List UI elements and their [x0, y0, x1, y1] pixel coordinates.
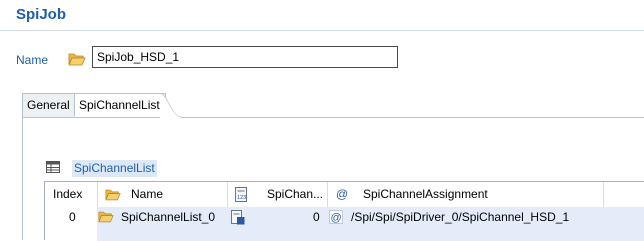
reference-icon: @ [329, 210, 343, 224]
numeric-field-icon [231, 210, 245, 225]
table-row[interactable]: 0 SpiChannelList_0 0 @ /Spi/Spi/SpiDrive… [45, 207, 644, 227]
editor-title: SpiJob [16, 6, 67, 23]
name-label: Name [16, 53, 49, 67]
numeric-field-icon: 123 [235, 187, 247, 202]
row-selection-highlight [97, 227, 644, 241]
cell-index: 0 [69, 210, 76, 224]
svg-text:@: @ [336, 187, 348, 201]
svg-text:@: @ [331, 212, 342, 224]
spichannellist-table: Index Name 123 SpiChan... @ SpiChannelAs… [44, 181, 644, 241]
table-row-empty [45, 227, 644, 241]
tab-general-label: General [27, 98, 70, 112]
tab-strip-border [22, 117, 644, 118]
cell-spichannelassignment: /Spi/Spi/SpiDriver_0/SpiChannel_HSD_1 [351, 210, 570, 224]
cell-spichan: 0 [313, 210, 320, 224]
column-header-spichan[interactable]: SpiChan... [267, 182, 323, 207]
reference-icon: @ [336, 187, 348, 201]
table-header-row: Index Name 123 SpiChan... @ SpiChannelAs… [45, 182, 644, 208]
column-header-spichannelassignment[interactable]: SpiChannelAssignment [363, 182, 488, 207]
column-header-name[interactable]: Name [131, 182, 163, 207]
name-input[interactable] [92, 46, 398, 68]
table-icon [46, 161, 60, 173]
folder-open-icon [68, 53, 86, 66]
tab-edge-decoration [160, 93, 184, 118]
folder-open-icon [98, 211, 114, 223]
tab-spichannellist[interactable]: SpiChannelList [74, 93, 166, 117]
tab-spichannellist-label: SpiChannelList [79, 98, 160, 112]
folder-open-icon [105, 189, 121, 201]
column-header-index[interactable]: Index [53, 182, 82, 207]
cell-name: SpiChannelList_0 [121, 210, 216, 224]
tab-general[interactable]: General [22, 93, 74, 117]
section-title: SpiChannelList [72, 160, 157, 177]
editor-header: SpiJob [0, 0, 644, 31]
svg-text:123: 123 [237, 195, 246, 201]
tab-content-border [22, 117, 23, 240]
